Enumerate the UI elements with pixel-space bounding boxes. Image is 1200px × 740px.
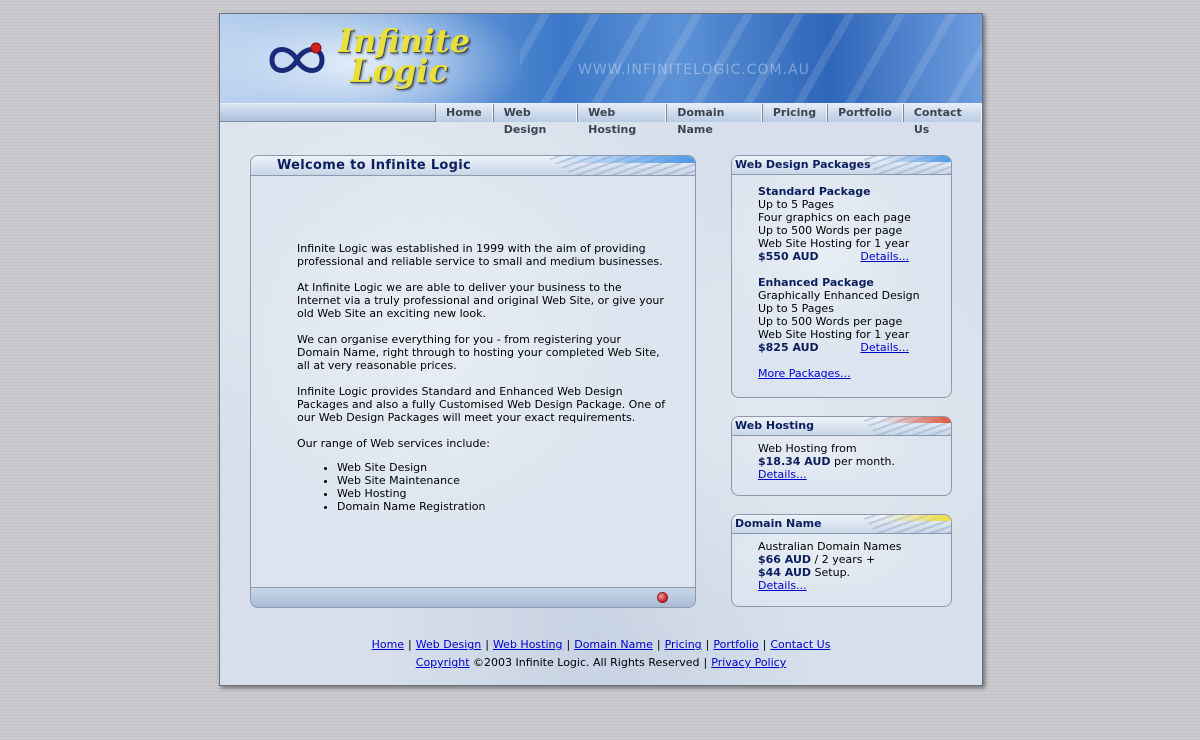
footer-copyright: Copyright ©2003 Infinite Logic. All Righ… (415, 656, 787, 669)
hosting-panel: Web Hosting Web Hosting from $18.34 AUD … (731, 416, 952, 496)
site-footer: Home | Web Design | Web Hosting | Domain Name |… (220, 636, 982, 672)
welcome-panel-footer (251, 587, 695, 607)
privacy-policy-link[interactable]: Privacy Policy (711, 656, 786, 669)
footer-link-domain-name[interactable]: Domain Name (574, 638, 653, 651)
standard-price: $550 AUD (758, 250, 819, 263)
domain-line: Australian Domain Names (758, 540, 902, 553)
nav-home[interactable]: Home (435, 104, 493, 122)
welcome-paragraph: Infinite Logic provides Standard and Enh… (297, 385, 666, 424)
red-dot-icon (657, 592, 668, 603)
copyright-link[interactable]: Copyright (416, 656, 470, 669)
footer-link-web-design[interactable]: Web Design (416, 638, 481, 651)
enhanced-details-link[interactable]: Details... (860, 341, 909, 354)
enhanced-price: $825 AUD (758, 341, 819, 354)
services-list: Web Site Design Web Site Maintenance Web… (337, 461, 667, 513)
domain-panel: Domain Name Australian Domain Names $66 … (731, 514, 952, 607)
hosting-info: Web Hosting from $18.34 AUD per month. D… (758, 442, 958, 481)
hosting-details-link[interactable]: Details... (758, 468, 807, 481)
logo-line-2: Logic (350, 52, 448, 90)
welcome-paragraph: Infinite Logic was established in 1999 w… (297, 242, 663, 268)
welcome-title: Welcome to Infinite Logic (277, 158, 472, 173)
welcome-paragraph: Our range of Web services include: (297, 437, 490, 450)
hosting-suffix: per month. (834, 455, 895, 468)
domain-title: Domain Name (735, 517, 822, 530)
domain-price-1: $66 AUD (758, 553, 812, 566)
nav-contact-us[interactable]: Contact Us (902, 104, 982, 136)
design-packages-panel: Web Design Packages Standard Package Up … (731, 155, 952, 398)
footer-nav: Home | Web Design | Web Hosting | Domain Name |… (371, 638, 831, 651)
site-header: Infinite Logic WWW.INFINITELOGIC.COM.AU (220, 14, 982, 103)
hosting-header: Web Hosting (732, 417, 951, 436)
nav-web-hosting[interactable]: Web Hosting (577, 104, 667, 136)
welcome-paragraph: At Infinite Logic we are able to deliver… (297, 281, 664, 320)
standard-package: Standard Package Up to 5 Pages Four grap… (758, 185, 958, 263)
footer-link-portfolio[interactable]: Portfolio (713, 638, 758, 651)
enhanced-feature: Web Site Hosting for 1 year (758, 328, 910, 341)
more-packages-link[interactable]: More Packages... (758, 367, 851, 380)
enhanced-package: Enhanced Package Graphically Enhanced De… (758, 276, 958, 354)
design-packages-header: Web Design Packages (732, 156, 951, 175)
domain-mid: / 2 years + (814, 553, 876, 566)
footer-link-pricing[interactable]: Pricing (665, 638, 702, 651)
enhanced-feature: Up to 5 Pages (758, 302, 834, 315)
site-container: Infinite Logic WWW.INFINITELOGIC.COM.AU … (219, 13, 983, 686)
hosting-line: Web Hosting from (758, 442, 857, 455)
service-item: Web Hosting (337, 487, 667, 500)
footer-link-home[interactable]: Home (372, 638, 404, 651)
footer-link-contact-us[interactable]: Contact Us (770, 638, 830, 651)
header-url-watermark: WWW.INFINITELOGIC.COM.AU (578, 62, 810, 78)
hosting-price: $18.34 AUD (758, 455, 831, 468)
domain-info: Australian Domain Names $66 AUD / 2 year… (758, 540, 958, 592)
domain-suffix: Setup. (814, 566, 851, 579)
service-item: Web Site Maintenance (337, 474, 667, 487)
logo-text: Infinite Logic (338, 25, 518, 90)
nav-domain-name[interactable]: Domain Name (666, 104, 762, 136)
enhanced-feature: Up to 500 Words per page (758, 315, 903, 328)
standard-feature: Up to 5 Pages (758, 198, 834, 211)
service-item: Web Site Design (337, 461, 667, 474)
nav-bar: Home Web Design Web Hosting Domain Name … (220, 103, 982, 136)
footer-link-web-hosting[interactable]: Web Hosting (493, 638, 563, 651)
nav-portfolio[interactable]: Portfolio (827, 104, 903, 122)
nav-web-design[interactable]: Web Design (492, 104, 578, 136)
enhanced-feature: Graphically Enhanced Design (758, 289, 920, 302)
nav-pricing[interactable]: Pricing (761, 104, 828, 122)
domain-details-link[interactable]: Details... (758, 579, 807, 592)
infinity-logo-icon (269, 42, 325, 73)
standard-details-link[interactable]: Details... (860, 250, 909, 263)
domain-header: Domain Name (732, 515, 951, 534)
standard-feature: Up to 500 Words per page (758, 224, 903, 237)
standard-feature: Web Site Hosting for 1 year (758, 237, 910, 250)
welcome-text: Infinite Logic was established in 1999 w… (297, 242, 667, 513)
welcome-panel-header: Welcome to Infinite Logic (251, 156, 695, 176)
welcome-panel: Welcome to Infinite Logic Infinite Logic… (250, 155, 696, 608)
copyright-text: ©2003 Infinite Logic. All Rights Reserve… (473, 656, 700, 669)
domain-price-2: $44 AUD (758, 566, 812, 579)
service-item: Domain Name Registration (337, 500, 667, 513)
design-packages-title: Web Design Packages (735, 158, 871, 171)
main-nav: Home Web Design Web Hosting Domain Name … (435, 104, 982, 136)
enhanced-package-name: Enhanced Package (758, 276, 874, 289)
hosting-title: Web Hosting (735, 419, 814, 432)
standard-package-name: Standard Package (758, 185, 871, 198)
welcome-paragraph: We can organise everything for you - fro… (297, 333, 660, 372)
standard-feature: Four graphics on each page (758, 211, 911, 224)
